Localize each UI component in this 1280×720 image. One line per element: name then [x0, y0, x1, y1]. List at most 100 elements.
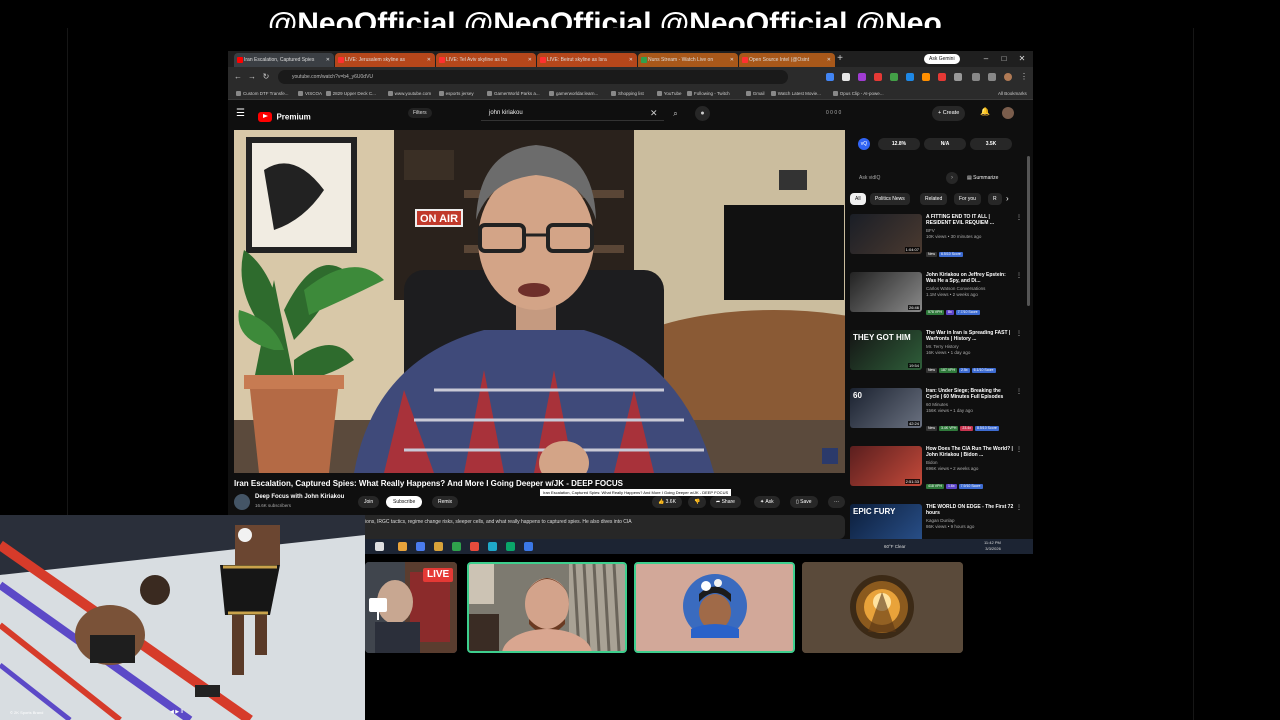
- sidebar-scrollbar[interactable]: [1027, 156, 1030, 306]
- all-bookmarks[interactable]: All Bookmarks: [998, 89, 1027, 98]
- bookmark-item[interactable]: Custom DTF Transfe...: [236, 89, 289, 98]
- bookmark-item[interactable]: esports jersey: [438, 89, 474, 98]
- bookmark-item[interactable]: Gmail: [745, 89, 765, 98]
- start-icon[interactable]: [375, 542, 384, 551]
- recommendation-item[interactable]: 26:46 John Kiriakou on Jeffrey Epstein: W…: [850, 272, 1022, 318]
- more-options-icon[interactable]: ⋮: [1016, 388, 1022, 395]
- browser-menu-icon[interactable]: ⋮: [1018, 71, 1030, 83]
- reload-icon[interactable]: ↻: [260, 71, 272, 83]
- menu-icon[interactable]: ☰: [236, 108, 245, 119]
- chip-for-you[interactable]: For you: [954, 193, 981, 205]
- app-icon[interactable]: [524, 542, 533, 551]
- bookmark-item[interactable]: www.youtube.com: [387, 89, 431, 98]
- video-thumbnail[interactable]: EPIC FURY: [850, 504, 922, 544]
- chip-politics-news[interactable]: Politics News: [870, 193, 910, 205]
- dislike-button[interactable]: 👎: [688, 496, 707, 508]
- close-tab-icon[interactable]: ✕: [827, 53, 831, 67]
- extension-icon[interactable]: [826, 73, 834, 81]
- remix-button[interactable]: Remix: [432, 496, 459, 508]
- bookmark-item[interactable]: YouTube: [656, 89, 681, 98]
- browser-tab[interactable]: LIVE: Beirut skyline as Isra ✕: [537, 53, 637, 67]
- vidiq-logo[interactable]: vQ: [858, 138, 870, 150]
- video-player[interactable]: ON AIR: [234, 130, 845, 473]
- bookmark-item[interactable]: Opus Clip - AI-powe...: [832, 89, 884, 98]
- close-tab-icon[interactable]: ✕: [326, 53, 330, 67]
- notifications-icon[interactable]: 🔔: [980, 107, 990, 116]
- more-options-icon[interactable]: ⋮: [1016, 504, 1022, 511]
- more-options-icon[interactable]: ⋮: [1016, 330, 1022, 337]
- search-icon[interactable]: ⌕: [668, 106, 683, 121]
- bookmark-item[interactable]: Watch Latest Movie...: [770, 89, 821, 98]
- subscribe-button[interactable]: Subscribe: [386, 496, 423, 508]
- edge-icon[interactable]: [416, 542, 425, 551]
- app-icon[interactable]: [470, 542, 479, 551]
- browser-tab[interactable]: LIVE: Jerusalem skyline as ✕: [335, 53, 435, 67]
- bookmark-item[interactable]: gamerworldar.learn...: [549, 89, 598, 98]
- search-input[interactable]: john kiriakou: [481, 106, 664, 121]
- sidebar-icon[interactable]: [988, 73, 996, 81]
- video-thumbnail[interactable]: THEY GOT HIM 19:54: [850, 330, 922, 370]
- like-button[interactable]: 👍 3.6K: [652, 496, 682, 508]
- ask-vidiq-input[interactable]: Ask vidIQ: [856, 172, 958, 184]
- channel-name[interactable]: Deep Focus with John Kiriakou: [255, 494, 344, 500]
- extension-icon[interactable]: [906, 73, 914, 81]
- spotify-icon[interactable]: [452, 542, 461, 551]
- recommendation-item[interactable]: 1:04:07 A FITTING END TO IT ALL | RESIDEN…: [850, 214, 1022, 260]
- downloads-icon[interactable]: [972, 73, 980, 81]
- close-tab-icon[interactable]: ✕: [528, 53, 532, 67]
- extension-icon[interactable]: [938, 73, 946, 81]
- chevron-right-icon[interactable]: ›: [1006, 193, 1009, 205]
- minimize-icon[interactable]: –: [978, 53, 994, 65]
- video-thumbnail[interactable]: 2:51:33: [850, 446, 922, 486]
- account-avatar[interactable]: [1002, 107, 1014, 119]
- back-icon[interactable]: ←: [232, 71, 244, 83]
- more-options-icon[interactable]: ⋮: [1016, 214, 1022, 221]
- browser-tab[interactable]: Open Source Intel (@Osint ✕: [739, 53, 835, 67]
- participant-tile-emblem[interactable]: [802, 562, 963, 653]
- bookmark-item[interactable]: GamerWorld Parks a...: [487, 89, 540, 98]
- youtube-premium-logo[interactable]: Premium: [258, 108, 311, 122]
- recommendation-item[interactable]: THEY GOT HIM 19:54 The War in Iran is Spre…: [850, 330, 1022, 376]
- send-icon[interactable]: ›: [946, 172, 958, 184]
- browser-tab[interactable]: LIVE: Tel Aviv skyline as Ira ✕: [436, 53, 536, 67]
- bookmark-item[interactable]: Following - Twitch: [687, 89, 730, 98]
- more-options-icon[interactable]: ⋮: [1016, 272, 1022, 279]
- chip-related[interactable]: Related: [920, 193, 948, 205]
- clear-search-icon[interactable]: ✕: [650, 106, 658, 121]
- recommendation-item[interactable]: 2:51:33 How Does The CIA Run The World? |…: [850, 446, 1022, 492]
- participant-tile-speaking[interactable]: [467, 562, 627, 653]
- browser-tab[interactable]: Nuns Stream - Watch Live on ✕: [638, 53, 738, 67]
- chrome-icon[interactable]: [398, 542, 407, 551]
- ask-button[interactable]: ✦ Ask: [754, 496, 780, 508]
- maximize-icon[interactable]: □: [996, 53, 1012, 65]
- app-icon[interactable]: [506, 542, 515, 551]
- app-icon[interactable]: [488, 542, 497, 551]
- bookmark-item[interactable]: VISCOA: [298, 89, 322, 98]
- summarize-button[interactable]: ▤ Summarize: [967, 172, 998, 184]
- extension-icon[interactable]: [842, 73, 850, 81]
- chip-all[interactable]: All: [850, 193, 866, 205]
- filters-button[interactable]: Filters: [408, 108, 432, 118]
- browser-tab[interactable]: Iran Escalation, Captured Spies ✕: [234, 53, 334, 67]
- microphone-icon[interactable]: ●: [695, 106, 710, 121]
- video-thumbnail[interactable]: 26:46: [850, 272, 922, 312]
- close-tab-icon[interactable]: ✕: [427, 53, 431, 67]
- close-window-icon[interactable]: ✕: [1014, 53, 1030, 65]
- new-tab-button[interactable]: +: [834, 53, 846, 65]
- extension-icon[interactable]: [874, 73, 882, 81]
- forward-icon[interactable]: →: [246, 71, 258, 83]
- recommendation-item[interactable]: 60 42:24 Iran: Under Siege; Breaking the C…: [850, 388, 1022, 434]
- more-actions-button[interactable]: ···: [828, 496, 845, 508]
- create-button[interactable]: + Create: [932, 106, 966, 121]
- address-bar[interactable]: youtube.com/watch?v=b4_y6U0dVU: [278, 70, 788, 84]
- extension-icon[interactable]: [954, 73, 962, 81]
- close-tab-icon[interactable]: ✕: [730, 53, 734, 67]
- extension-icon[interactable]: [858, 73, 866, 81]
- profile-avatar[interactable]: [1004, 73, 1012, 81]
- video-thumbnail[interactable]: 60 42:24: [850, 388, 922, 428]
- share-button[interactable]: ➦ Share: [710, 496, 741, 508]
- save-button[interactable]: ▯ Save: [790, 496, 818, 508]
- extension-icon[interactable]: [890, 73, 898, 81]
- close-tab-icon[interactable]: ✕: [629, 53, 633, 67]
- video-thumbnail[interactable]: 1:04:07: [850, 214, 922, 254]
